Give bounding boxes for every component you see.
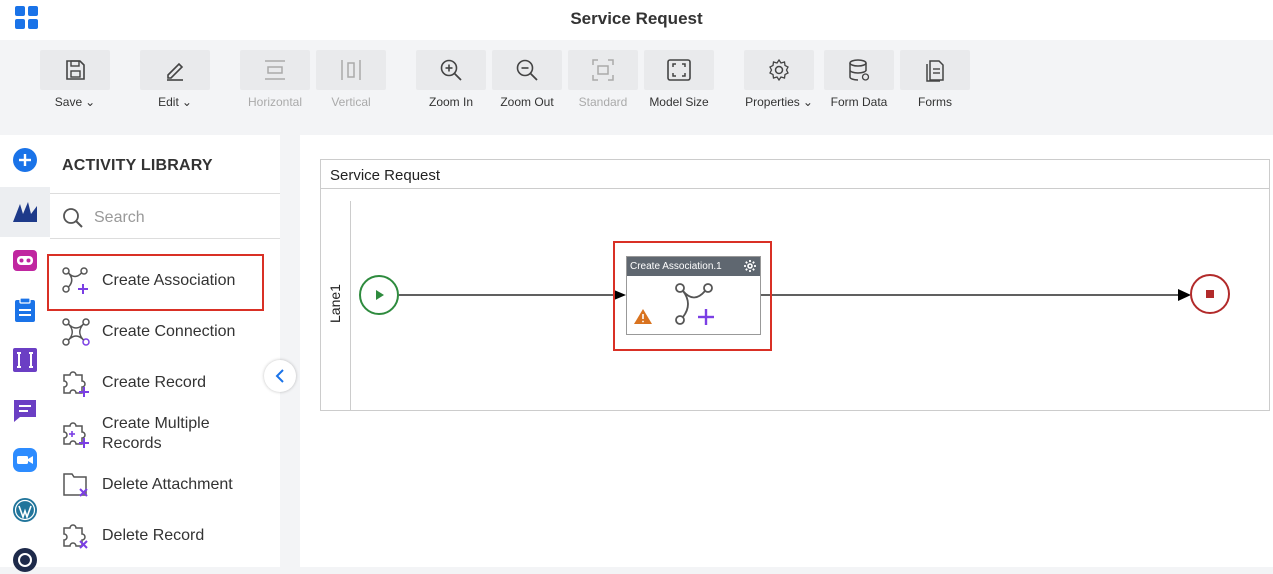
start-event[interactable] — [359, 275, 399, 315]
stop-icon — [1206, 290, 1214, 298]
play-icon — [376, 290, 384, 300]
end-event[interactable] — [1190, 274, 1230, 314]
task-highlight — [613, 241, 772, 351]
